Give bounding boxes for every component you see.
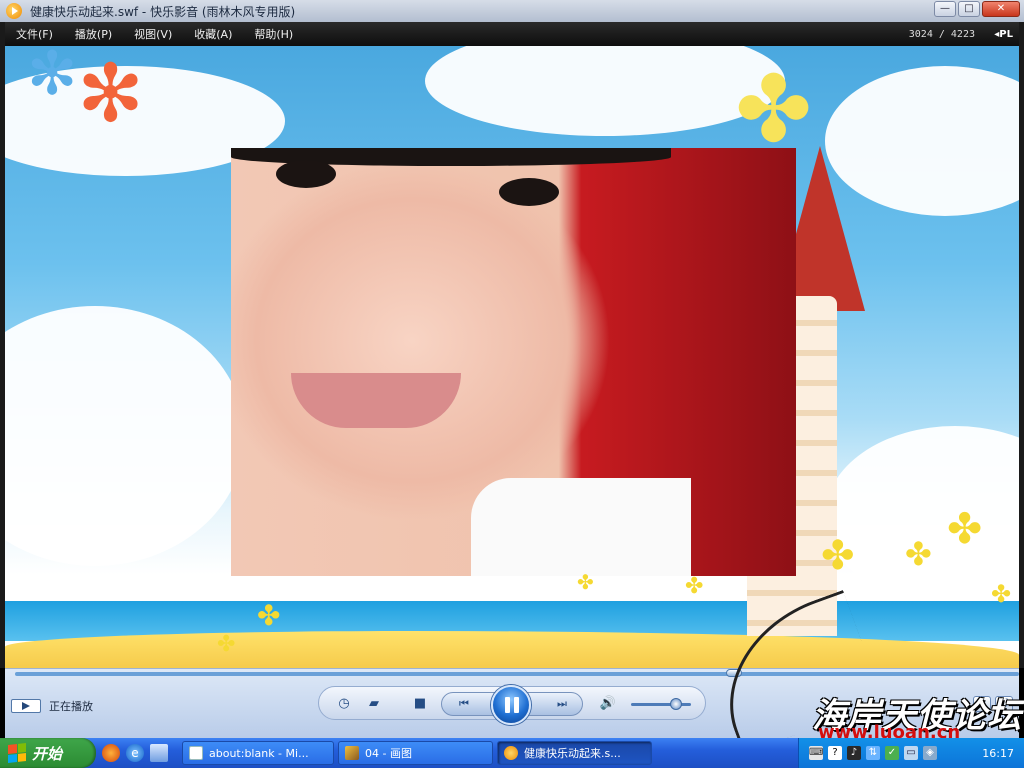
flower-icon: ✻ bbox=[77, 47, 145, 140]
volume-tray-icon[interactable]: ♪ bbox=[847, 746, 861, 760]
menu-favorites[interactable]: 收藏(A) bbox=[183, 26, 243, 42]
task-browser[interactable]: about:blank - Mi... bbox=[182, 741, 334, 765]
window-title: 健康快乐动起来.swf - 快乐影音 (雨林木风专用版) bbox=[30, 4, 296, 19]
pause-bar-icon bbox=[505, 697, 510, 713]
pinwheel-icon: ✤ bbox=[257, 599, 281, 632]
playlist-toggle-button[interactable]: ◂PL bbox=[994, 29, 1013, 40]
window-frame-right bbox=[1019, 22, 1024, 668]
minimize-button[interactable]: — bbox=[934, 1, 956, 17]
monitor-icon[interactable]: ▭ bbox=[904, 746, 918, 760]
browser-icon bbox=[189, 746, 203, 760]
photo-eye-shape bbox=[276, 160, 336, 188]
network-icon[interactable]: ⇅ bbox=[866, 746, 880, 760]
player-logo-icon bbox=[6, 3, 22, 19]
title-bar[interactable]: 健康快乐动起来.swf - 快乐影音 (雨林木风专用版) — □ ✕ bbox=[0, 0, 1024, 22]
maximize-button[interactable]: □ bbox=[958, 1, 980, 17]
pinwheel-icon: ✤ bbox=[821, 533, 855, 579]
start-button[interactable]: 开始 bbox=[0, 738, 96, 768]
task-player-label: 健康快乐动起来.s... bbox=[524, 747, 621, 760]
menu-play[interactable]: 播放(P) bbox=[64, 26, 123, 42]
photo-eye-shape bbox=[499, 178, 559, 206]
photo-collar-shape bbox=[471, 478, 691, 576]
previous-button[interactable]: ⏮ bbox=[455, 695, 473, 713]
player-logo-icon bbox=[504, 746, 518, 760]
video-frame-photo bbox=[231, 148, 796, 576]
status-text: 正在播放 bbox=[49, 700, 93, 713]
pinwheel-icon: ✤ bbox=[947, 504, 983, 553]
pinwheel-icon: ✤ bbox=[577, 570, 594, 594]
show-desktop-icon[interactable] bbox=[150, 744, 168, 762]
volume-icon[interactable]: 🔊 bbox=[599, 695, 617, 713]
cloud-shape bbox=[425, 46, 785, 136]
menu-help[interactable]: 帮助(H) bbox=[243, 26, 304, 42]
pause-bar-icon bbox=[514, 697, 519, 713]
play-indicator-icon bbox=[11, 699, 41, 713]
window-buttons: — □ ✕ bbox=[934, 1, 1020, 17]
stop-button[interactable]: ■ bbox=[411, 695, 429, 713]
security-icon[interactable]: ✓ bbox=[885, 746, 899, 760]
cloud-shape bbox=[5, 306, 245, 566]
firefox-icon[interactable] bbox=[102, 744, 120, 762]
system-tray: ⌨ ? ♪ ⇅ ✓ ▭ ◈ 16:17 bbox=[798, 738, 1024, 768]
next-button[interactable]: ⏭ bbox=[553, 695, 571, 713]
flower-icon: ✻ bbox=[27, 46, 78, 109]
video-area[interactable]: ✻ ✻ ✤ ✤ ✤ ✤ ✤ ✤ ✤ ✤ ✤ bbox=[5, 46, 1019, 668]
shield-icon[interactable]: ◈ bbox=[923, 746, 937, 760]
photo-mouth-shape bbox=[291, 373, 461, 428]
menu-file[interactable]: 文件(F) bbox=[5, 26, 64, 42]
frame-counter: 3024 / 4223 bbox=[908, 28, 975, 40]
taskbar: 开始 e about:blank - Mi... 04 - 画图 健康快乐动起来… bbox=[0, 738, 1024, 768]
pinwheel-icon: ✤ bbox=[905, 535, 932, 573]
cloud-shape bbox=[825, 426, 1019, 606]
keyboard-icon[interactable]: ⌨ bbox=[809, 746, 823, 760]
menu-view[interactable]: 视图(V) bbox=[123, 26, 183, 42]
volume-slider[interactable] bbox=[631, 703, 691, 706]
task-paint-label: 04 - 画图 bbox=[365, 747, 412, 760]
clock: 16:17 bbox=[982, 746, 1014, 760]
task-browser-label: about:blank - Mi... bbox=[209, 746, 309, 760]
pinwheel-icon: ✤ bbox=[685, 574, 704, 599]
help-icon[interactable]: ? bbox=[828, 746, 842, 760]
pinwheel-icon: ✤ bbox=[735, 56, 813, 163]
close-button[interactable]: ✕ bbox=[982, 1, 1020, 17]
start-label: 开始 bbox=[32, 744, 63, 763]
task-player[interactable]: 健康快乐动起来.s... bbox=[497, 741, 652, 765]
windows-logo-icon bbox=[8, 743, 26, 763]
clock-icon[interactable]: ◷ bbox=[335, 695, 353, 713]
menu-bar: 文件(F) 播放(P) 视图(V) 收藏(A) 帮助(H) 3024 / 422… bbox=[5, 22, 1019, 46]
open-folder-icon[interactable]: ▰ bbox=[365, 695, 383, 713]
task-paint[interactable]: 04 - 画图 bbox=[338, 741, 493, 765]
ie-icon[interactable]: e bbox=[126, 744, 144, 762]
pinwheel-icon: ✤ bbox=[991, 580, 1012, 608]
pause-button[interactable] bbox=[491, 685, 531, 725]
paint-icon bbox=[345, 746, 359, 760]
volume-thumb[interactable] bbox=[670, 698, 682, 710]
pinwheel-icon: ✤ bbox=[217, 632, 236, 657]
transport-controls: ◷ ▰ ■ ⏮ ⏭ 🔊 bbox=[318, 685, 706, 725]
